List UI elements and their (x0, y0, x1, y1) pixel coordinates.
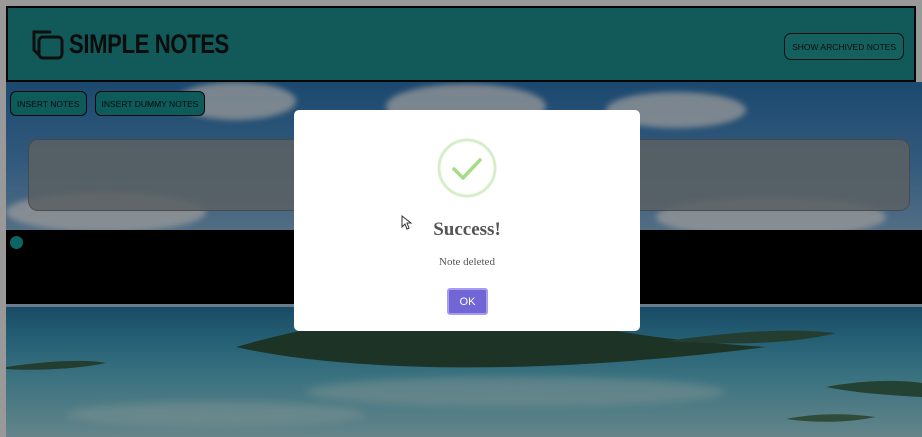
page: INSERT NOTES INSERT DUMMY NOTES SIMPLE N… (0, 0, 922, 437)
success-check-icon (437, 138, 497, 198)
dialog-message: Note deleted (439, 256, 495, 268)
mouse-cursor-icon (401, 215, 413, 230)
success-dialog: Success! Note deleted OK (294, 110, 640, 331)
ok-button[interactable]: OK (447, 288, 488, 315)
dialog-title: Success! (433, 219, 501, 240)
